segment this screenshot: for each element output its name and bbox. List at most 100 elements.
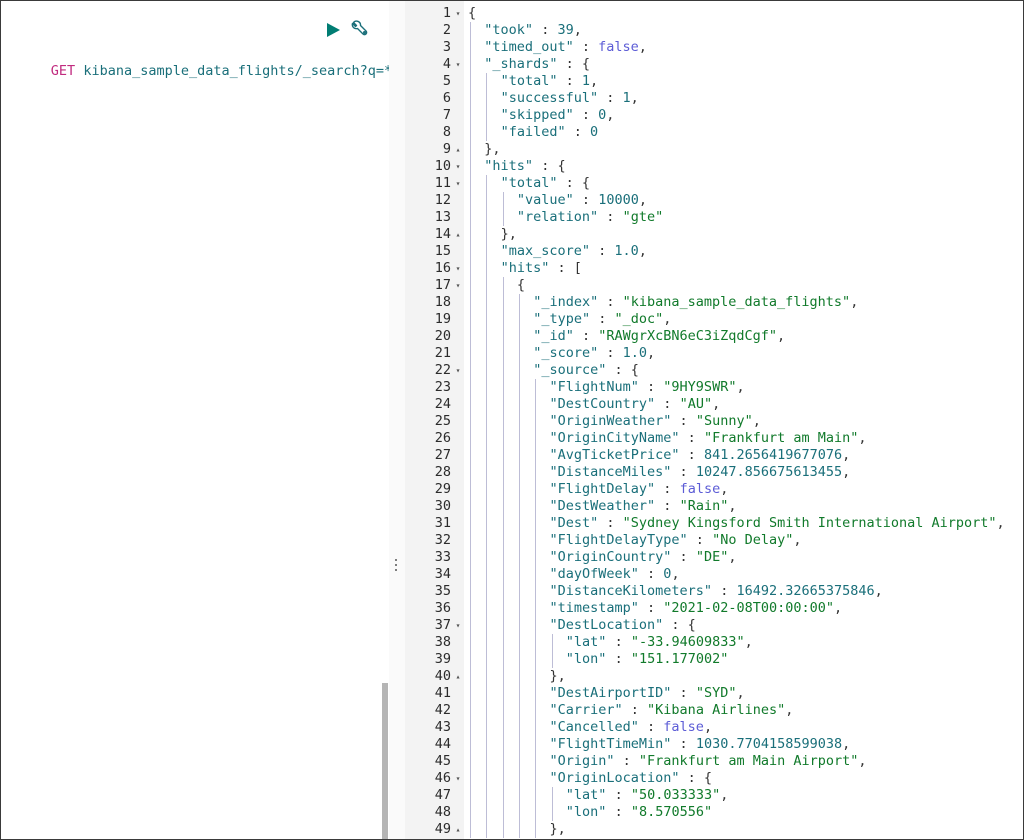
- fold-arrow-down-icon[interactable]: ▾: [453, 175, 463, 192]
- code-text: "FlightNum" : "9HY9SWR",: [550, 379, 745, 396]
- indent-guide: [551, 634, 553, 668]
- line-number: 41: [434, 685, 451, 701]
- code-text: "_source" : {: [533, 362, 639, 379]
- fold-arrow-down-icon[interactable]: ▾: [453, 260, 463, 277]
- response-line: 45 "Origin" : "Frankfurt am Main Airport"…: [405, 753, 1023, 770]
- fold-arrow-up-icon[interactable]: ▴: [453, 668, 463, 685]
- code-token: "Frankfurt am Main": [703, 430, 859, 446]
- response-line: 30 "DestWeather" : "Rain",: [405, 498, 1023, 515]
- response-line: 13 "relation" : "gte": [405, 209, 1023, 226]
- fold-arrow-down-icon[interactable]: ▾: [453, 56, 463, 73]
- response-line: 5 "total" : 1,: [405, 73, 1023, 90]
- code-token: ,: [842, 736, 851, 752]
- code-token: {: [516, 277, 526, 293]
- request-method: GET: [50, 63, 76, 79]
- code-text: "hits" : {: [484, 158, 565, 175]
- code-text: "_index" : "kibana_sample_data_flights",: [533, 294, 858, 311]
- code-token: :: [598, 515, 623, 531]
- line-number: 10: [434, 158, 451, 174]
- code-token: "Frankfurt am Main Airport": [638, 753, 859, 769]
- code-token: :: [598, 90, 623, 106]
- request-scrollbar[interactable]: [382, 683, 388, 839]
- response-code[interactable]: 1 ▾{2 "took" : 39, 3 "timed_out" : false, 4 ▾ "…: [405, 5, 1023, 838]
- code-text: "DestLocation" : {: [550, 617, 696, 634]
- response-line: 41 "DestAirportID" : "SYD",: [405, 685, 1023, 702]
- code-text: "_shards" : {: [484, 56, 590, 73]
- code-token: "_shards": [484, 56, 558, 72]
- response-line: 12 "value" : 10000,: [405, 192, 1023, 209]
- line-number: 23: [434, 379, 451, 395]
- code-token: :: [638, 600, 664, 616]
- line-number: 38: [434, 634, 451, 650]
- code-token: :: [606, 634, 631, 650]
- pane-splitter[interactable]: [389, 1, 405, 839]
- vertical-dots-icon[interactable]: [392, 559, 400, 575]
- response-line: 40 ▴},: [405, 668, 1023, 685]
- fold-arrow-up-icon[interactable]: ▴: [453, 141, 463, 158]
- code-token: "DestAirportID": [549, 685, 672, 701]
- response-line: 20 "_id" : "RAWgrXcBN6eC3iZqdCgf",: [405, 328, 1023, 345]
- code-text: "DestAirportID" : "SYD",: [550, 685, 745, 702]
- code-text: {: [517, 277, 525, 294]
- code-text: "DestWeather" : "Rain",: [550, 498, 737, 515]
- code-token: :: [590, 243, 615, 259]
- fold-arrow-down-icon[interactable]: ▾: [453, 362, 463, 379]
- run-request-button[interactable]: [324, 21, 342, 39]
- request-settings-button[interactable]: [350, 20, 370, 40]
- code-token: ,: [842, 447, 851, 463]
- response-line: 44 "FlightTimeMin" : 1030.7704158599038,: [405, 736, 1023, 753]
- code-token: "value": [516, 192, 574, 208]
- fold-arrow-down-icon[interactable]: ▾: [453, 158, 463, 175]
- code-token: "OriginCityName": [549, 430, 680, 446]
- indent-guide: [486, 175, 488, 838]
- line-number: 44: [434, 736, 451, 752]
- code-token: "_index": [533, 294, 599, 310]
- code-token: "50.033333": [630, 787, 721, 803]
- code-text: },: [550, 668, 566, 685]
- line-number: 18: [434, 294, 451, 310]
- line-number: 45: [434, 753, 451, 769]
- code-token: "Kibana Airlines": [647, 702, 786, 718]
- line-number: 46: [434, 770, 451, 786]
- line-number: 14: [434, 226, 451, 242]
- line-number: 48: [434, 804, 451, 820]
- line-number: 1: [442, 5, 451, 21]
- response-line: 28 "DistanceMiles" : 10247.856675613455,: [405, 464, 1023, 481]
- code-token: "dayOfWeek": [549, 566, 639, 582]
- fold-arrow-down-icon[interactable]: ▾: [453, 617, 463, 634]
- code-token: "lat": [565, 787, 607, 803]
- code-token: :: [590, 311, 615, 327]
- fold-arrow-down-icon[interactable]: ▾: [453, 5, 463, 22]
- code-token: "skipped": [500, 107, 574, 123]
- request-editor[interactable]: GET kibana_sample_data_flights/_search?q…: [1, 1, 392, 839]
- code-text: "Carrier" : "Kibana Airlines",: [550, 702, 794, 719]
- fold-arrow-down-icon[interactable]: ▾: [453, 277, 463, 294]
- code-token: "FlightDelay": [549, 481, 656, 497]
- response-line: 22 ▾ "_source" : {: [405, 362, 1023, 379]
- line-number: 26: [434, 430, 451, 446]
- response-line: 1 ▾ {: [405, 5, 1023, 22]
- fold-arrow-down-icon[interactable]: ▾: [453, 770, 463, 787]
- response-line: 37 ▾ "DestLocation" : {: [405, 617, 1023, 634]
- code-token: 1: [622, 90, 631, 106]
- line-number: 13: [434, 209, 451, 225]
- fold-arrow-up-icon[interactable]: ▴: [453, 226, 463, 243]
- code-token: "2021-02-08T00:00:00": [663, 600, 834, 616]
- code-text: },: [484, 141, 500, 158]
- code-token: 1030.7704158599038: [695, 736, 843, 752]
- response-line: 17 ▾ {: [405, 277, 1023, 294]
- line-number: 37: [434, 617, 451, 633]
- code-token: "successful": [500, 90, 599, 106]
- code-token: "FlightTimeMin": [549, 736, 672, 752]
- code-token: "Rain": [679, 498, 729, 514]
- code-token: 1.0: [614, 243, 639, 259]
- line-number: 8: [442, 124, 451, 140]
- request-line[interactable]: GET kibana_sample_data_flights/_search?q…: [2, 46, 392, 97]
- code-token: "hits": [484, 158, 534, 174]
- response-line: 21 "_score" : 1.0,: [405, 345, 1023, 362]
- line-number: 17: [434, 277, 451, 293]
- fold-arrow-up-icon[interactable]: ▴: [453, 821, 463, 838]
- code-token: ,: [785, 702, 794, 718]
- code-text: },: [501, 226, 517, 243]
- code-token: "_type": [533, 311, 591, 327]
